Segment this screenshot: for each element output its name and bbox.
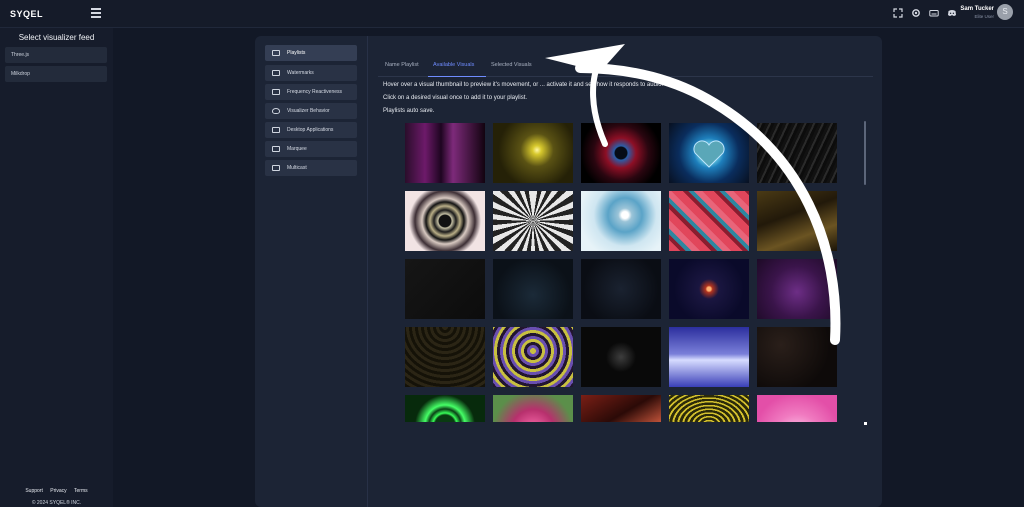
visual-thumbnail[interactable] — [493, 259, 573, 319]
cast-icon — [272, 165, 280, 171]
fullscreen-icon[interactable] — [893, 8, 903, 18]
terms-link[interactable]: Terms — [74, 488, 88, 494]
active-tab-underline — [428, 76, 486, 77]
visual-thumbnail[interactable] — [581, 395, 661, 422]
equalizer-icon — [272, 89, 280, 95]
visual-thumbnail[interactable] — [405, 395, 485, 422]
visual-thumbnail[interactable] — [669, 123, 749, 183]
visual-thumbnail[interactable] — [493, 327, 573, 387]
visual-thumbnail[interactable] — [405, 123, 485, 183]
monitor-icon — [272, 127, 280, 133]
tab-available-visuals[interactable]: Available Visuals — [433, 62, 474, 68]
nav-item-frequency-reactiveness[interactable]: Frequency Reactiveness — [265, 84, 357, 100]
sidebar-title: Select visualizer feed — [18, 33, 95, 42]
nav-item-label: Marquee — [287, 146, 307, 152]
visual-thumbnail[interactable] — [493, 395, 573, 422]
visual-thumbnail[interactable] — [669, 191, 749, 251]
user-role: Elite User — [974, 14, 994, 19]
info-line-autosave: Playlists auto save. — [383, 108, 435, 114]
settings-panel: Playlists Watermarks Frequency Reactiven… — [255, 36, 882, 507]
visual-thumbnail[interactable] — [669, 327, 749, 387]
feed-item-threejs[interactable]: Three.js — [5, 47, 107, 63]
keyboard-icon[interactable] — [929, 8, 939, 18]
visual-thumbnail[interactable] — [757, 395, 837, 422]
settings-nav: Playlists Watermarks Frequency Reactiven… — [255, 36, 368, 507]
feed-item-milkdrop[interactable]: Milkdrop — [5, 66, 107, 82]
scroll-marker — [864, 422, 867, 425]
info-line-hover: Hover over a visual thumbnail to preview… — [383, 82, 664, 88]
nav-item-label: Watermarks — [287, 70, 314, 76]
playlist-icon — [272, 50, 280, 56]
nav-item-marquee[interactable]: Marquee — [265, 141, 357, 157]
visual-thumbnail[interactable] — [757, 191, 837, 251]
nav-item-label: Playlists — [287, 50, 306, 56]
nav-item-label: Frequency Reactiveness — [287, 89, 343, 95]
support-link[interactable]: Support — [25, 488, 43, 494]
visuals-grid — [405, 123, 838, 422]
visual-thumbnail[interactable] — [493, 191, 573, 251]
nav-item-watermarks[interactable]: Watermarks — [265, 65, 357, 81]
user-name: Sam Tucker — [960, 6, 994, 12]
nav-item-label: Multicast — [287, 165, 307, 171]
visual-thumbnail[interactable] — [581, 327, 661, 387]
info-line-click: Click on a desired visual once to add it… — [383, 95, 528, 101]
tab-name-playlist[interactable]: Name Playlist — [385, 62, 419, 68]
nav-item-visualizer-behavior[interactable]: Visualizer Behavior — [265, 103, 357, 119]
footer-links: Support Privacy Terms — [0, 488, 113, 494]
visual-thumbnail[interactable] — [405, 191, 485, 251]
visual-thumbnail[interactable] — [581, 123, 661, 183]
avatar[interactable]: S — [997, 4, 1013, 20]
visual-thumbnail[interactable] — [581, 259, 661, 319]
visual-thumbnail[interactable] — [757, 123, 837, 183]
top-bar: SYQEL Sam Tucker Elite User S — [0, 0, 1024, 28]
visual-thumbnail[interactable] — [405, 327, 485, 387]
app-logo[interactable]: SYQEL — [10, 9, 43, 19]
nav-item-multicast[interactable]: Multicast — [265, 160, 357, 176]
privacy-link[interactable]: Privacy — [50, 488, 66, 494]
visual-thumbnail[interactable] — [493, 123, 573, 183]
visual-thumbnail[interactable] — [757, 327, 837, 387]
visual-thumbnail[interactable] — [581, 191, 661, 251]
copyright-text: © 2024 SYQEL® INC. — [31, 500, 82, 506]
nav-item-label: Visualizer Behavior — [287, 108, 330, 114]
settings-gear-icon[interactable] — [911, 8, 921, 18]
visuals-scrollbar[interactable] — [864, 121, 866, 185]
visual-thumbnail[interactable] — [405, 259, 485, 319]
visual-thumbnail[interactable] — [757, 259, 837, 319]
tab-selected-visuals[interactable]: Selected Visuals — [491, 62, 532, 68]
playlist-tabs: Name Playlist Available Visuals Selected… — [378, 57, 873, 77]
nav-item-playlists[interactable]: Playlists — [265, 45, 357, 61]
visualizer-feed-sidebar: Select visualizer feed Three.js Milkdrop… — [0, 28, 113, 507]
watermark-icon — [272, 70, 280, 76]
flame-icon — [272, 108, 280, 114]
nav-item-desktop-applications[interactable]: Desktop Applications — [265, 122, 357, 138]
nav-item-label: Desktop Applications — [287, 127, 334, 133]
visual-thumbnail[interactable] — [669, 259, 749, 319]
marquee-icon — [272, 146, 280, 152]
visual-thumbnail[interactable] — [669, 395, 749, 422]
menu-toggle-icon[interactable] — [91, 8, 101, 18]
